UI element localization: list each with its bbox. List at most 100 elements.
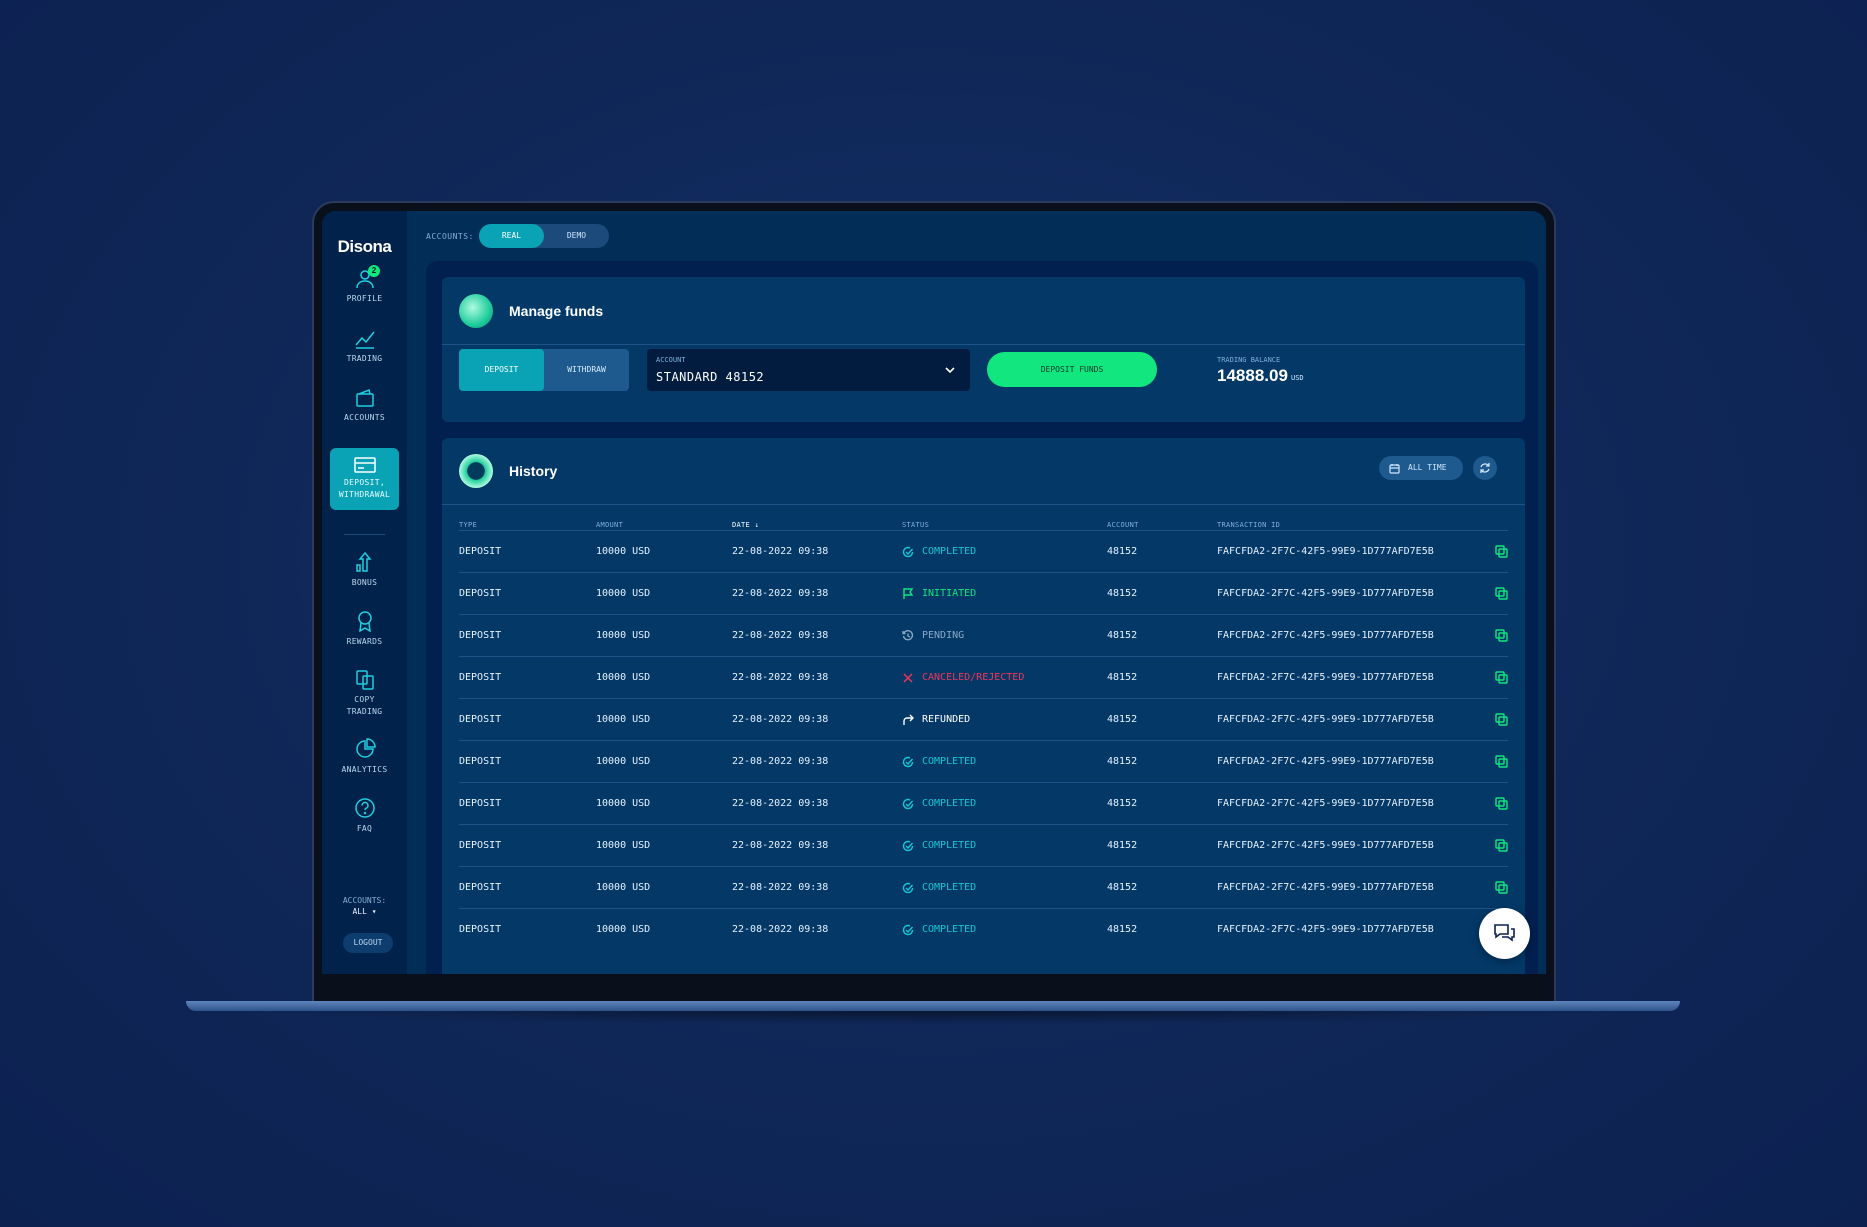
- all-time-filter-button[interactable]: ALL TIME: [1379, 456, 1463, 480]
- cell-type: DEPOSIT: [459, 588, 502, 599]
- table-row[interactable]: DEPOSIT 10000 USD 22-08-2022 09:38 CANCELED…: [459, 656, 1508, 699]
- copy-icon[interactable]: [1495, 713, 1508, 726]
- column-header-transaction-id[interactable]: TRANSACTION ID: [1217, 521, 1280, 529]
- cell-transaction-id: FAFCFDA2-2F7C-42F5-99E9-1D777AFD7E5B: [1217, 546, 1434, 557]
- status-label: PENDING: [922, 630, 965, 641]
- column-header-status[interactable]: STATUS: [902, 521, 929, 529]
- cell-date: 22-08-2022 09:38: [732, 840, 829, 851]
- sidebar-item-rewards[interactable]: REWARDS: [330, 610, 399, 656]
- table-row[interactable]: DEPOSIT 10000 USD 22-08-2022 09:38 COMPLETE…: [459, 908, 1508, 951]
- cell-status: COMPLETED: [902, 867, 1092, 909]
- sidebar-item-label: FAQ: [356, 824, 373, 833]
- sidebar-item-label: TRADING: [346, 707, 383, 716]
- real-accounts-tab[interactable]: REAL: [479, 224, 544, 248]
- table-row[interactable]: DEPOSIT 10000 USD 22-08-2022 09:38 PENDING 4…: [459, 614, 1508, 657]
- cell-type: DEPOSIT: [459, 672, 502, 683]
- main-panel: Manage funds DEPOSIT WITHDRAW ACCOUNT ST…: [426, 261, 1538, 974]
- cell-amount: 10000 USD: [596, 714, 651, 725]
- sidebar-item-label: ACCOUNTS: [344, 413, 385, 422]
- sidebar-item-bonus[interactable]: BONUS: [330, 551, 399, 597]
- manage-funds-card: Manage funds DEPOSIT WITHDRAW ACCOUNT ST…: [442, 277, 1525, 422]
- sidebar-item-label: BONUS: [351, 578, 378, 587]
- account-select-value: STANDARD 48152: [656, 370, 765, 384]
- cell-transaction-id: FAFCFDA2-2F7C-42F5-99E9-1D777AFD7E5B: [1217, 588, 1434, 599]
- table-row[interactable]: DEPOSIT 10000 USD 22-08-2022 09:38 REFUNDED…: [459, 698, 1508, 741]
- cell-status: REFUNDED: [902, 699, 1092, 741]
- sidebar-item-analytics[interactable]: ANALYTICS: [330, 738, 399, 784]
- sidebar-accounts-filter[interactable]: ACCOUNTS: ALL ▾: [322, 895, 407, 917]
- status-label: COMPLETED: [922, 798, 977, 809]
- table-row[interactable]: DEPOSIT 10000 USD 22-08-2022 09:38 COMPLETE…: [459, 866, 1508, 909]
- app-screen: Disona 2 PROFILE TRADING ACCOUNTS DEPOSI…: [322, 211, 1546, 974]
- cell-date: 22-08-2022 09:38: [732, 630, 829, 641]
- analytics-icon: [355, 738, 376, 758]
- cell-amount: 10000 USD: [596, 756, 651, 767]
- sidebar-item-label: WITHDRAWAL: [338, 490, 391, 499]
- cell-account: 48152: [1107, 798, 1138, 809]
- table-row[interactable]: DEPOSIT 10000 USD 22-08-2022 09:38 COMPLETE…: [459, 530, 1508, 573]
- copy-icon[interactable]: [1495, 881, 1508, 894]
- copy-icon[interactable]: [1495, 839, 1508, 852]
- refresh-icon: [1480, 463, 1490, 473]
- status-label: COMPLETED: [922, 546, 977, 557]
- refresh-button[interactable]: [1473, 456, 1497, 480]
- cell-account: 48152: [1107, 882, 1138, 893]
- column-header-account[interactable]: ACCOUNT: [1107, 521, 1139, 529]
- cell-account: 48152: [1107, 672, 1138, 683]
- cell-type: DEPOSIT: [459, 756, 502, 767]
- logout-button[interactable]: LOGOUT: [343, 933, 393, 953]
- demo-accounts-tab[interactable]: DEMO: [544, 224, 609, 248]
- deposit-funds-button[interactable]: DEPOSIT FUNDS: [987, 352, 1157, 387]
- completed-check-icon: [902, 924, 914, 936]
- cell-account: 48152: [1107, 756, 1138, 767]
- copy-icon[interactable]: [1495, 755, 1508, 768]
- chat-support-button[interactable]: [1479, 908, 1530, 959]
- table-row[interactable]: DEPOSIT 10000 USD 22-08-2022 09:38 INITIATE…: [459, 572, 1508, 615]
- cell-type: DEPOSIT: [459, 714, 502, 725]
- accounts-filter-label: ACCOUNTS:: [342, 896, 387, 905]
- sidebar-item-copy-trading[interactable]: COPY TRADING: [330, 669, 399, 725]
- history-title: History: [509, 463, 558, 479]
- table-row[interactable]: DEPOSIT 10000 USD 22-08-2022 09:38 COMPLETE…: [459, 740, 1508, 783]
- table-row[interactable]: DEPOSIT 10000 USD 22-08-2022 09:38 COMPLETE…: [459, 824, 1508, 867]
- sidebar-item-accounts[interactable]: ACCOUNTS: [330, 388, 399, 434]
- cell-date: 22-08-2022 09:38: [732, 588, 829, 599]
- sidebar-item-profile[interactable]: 2 PROFILE: [330, 265, 399, 315]
- cell-date: 22-08-2022 09:38: [732, 924, 829, 935]
- copy-icon[interactable]: [1495, 797, 1508, 810]
- cell-amount: 10000 USD: [596, 630, 651, 641]
- cell-type: DEPOSIT: [459, 798, 502, 809]
- manage-funds-icon: [459, 294, 493, 328]
- sidebar-item-trading[interactable]: TRADING: [330, 329, 399, 375]
- copy-icon[interactable]: [1495, 545, 1508, 558]
- deposit-withdraw-toggle: DEPOSIT WITHDRAW: [459, 349, 629, 391]
- copy-icon[interactable]: [1495, 629, 1508, 642]
- deposit-tab[interactable]: DEPOSIT: [459, 349, 544, 391]
- cell-transaction-id: FAFCFDA2-2F7C-42F5-99E9-1D777AFD7E5B: [1217, 882, 1434, 893]
- table-row[interactable]: DEPOSIT 10000 USD 22-08-2022 09:38 COMPLETE…: [459, 782, 1508, 825]
- withdraw-tab[interactable]: WITHDRAW: [544, 349, 629, 391]
- cell-type: DEPOSIT: [459, 882, 502, 893]
- column-header-date[interactable]: DATE ↓: [732, 521, 759, 529]
- copy-icon[interactable]: [1495, 587, 1508, 600]
- status-label: INITIATED: [922, 588, 977, 599]
- column-header-type[interactable]: TYPE: [459, 521, 477, 529]
- sidebar-item-faq[interactable]: FAQ: [330, 797, 399, 843]
- laptop-shadow: [260, 1011, 1606, 1025]
- chevron-down-icon: [945, 367, 955, 374]
- cell-account: 48152: [1107, 630, 1138, 641]
- date-header-label: DATE: [732, 521, 751, 529]
- cell-date: 22-08-2022 09:38: [732, 672, 829, 683]
- sidebar-item-deposit-withdrawal[interactable]: DEPOSIT, WITHDRAWAL: [330, 448, 399, 510]
- completed-check-icon: [902, 840, 914, 852]
- account-select[interactable]: ACCOUNT STANDARD 48152: [647, 349, 970, 391]
- cancel-x-icon: [903, 673, 913, 683]
- sidebar-item-label: DEPOSIT,: [344, 478, 385, 487]
- sort-down-arrow-icon: ↓: [750, 521, 760, 529]
- cell-transaction-id: FAFCFDA2-2F7C-42F5-99E9-1D777AFD7E5B: [1217, 840, 1434, 851]
- cell-transaction-id: FAFCFDA2-2F7C-42F5-99E9-1D777AFD7E5B: [1217, 924, 1434, 935]
- copy-icon[interactable]: [1495, 671, 1508, 684]
- column-header-amount[interactable]: AMOUNT: [596, 521, 623, 529]
- cell-transaction-id: FAFCFDA2-2F7C-42F5-99E9-1D777AFD7E5B: [1217, 798, 1434, 809]
- cell-date: 22-08-2022 09:38: [732, 546, 829, 557]
